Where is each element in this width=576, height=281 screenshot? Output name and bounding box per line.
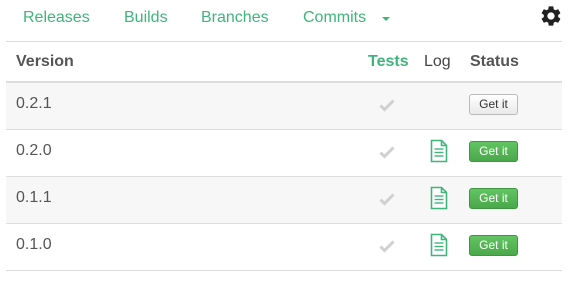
version-cell: 0.2.0 (16, 142, 52, 159)
get-it-button[interactable]: Get it (469, 141, 518, 162)
gear-icon[interactable] (539, 4, 563, 28)
header-tests[interactable]: Tests (368, 53, 409, 71)
table-row: 0.1.1 Get it (6, 177, 562, 224)
version-cell: 0.2.1 (16, 95, 52, 112)
log-file-icon[interactable] (430, 186, 448, 210)
check-icon (379, 193, 395, 206)
get-it-button[interactable]: Get it (469, 188, 518, 209)
table-row: 0.1.0 Get it (6, 224, 562, 271)
nav-commits[interactable]: Commits (303, 9, 366, 27)
table-row: 0.2.1 Get it (6, 83, 562, 130)
version-cell: 0.1.1 (16, 189, 52, 206)
get-it-button[interactable]: Get it (469, 94, 518, 115)
table-header: Version Tests Log Status (6, 42, 562, 83)
caret-down-icon[interactable] (381, 12, 391, 24)
version-cell: 0.1.0 (16, 236, 52, 253)
header-log: Log (424, 53, 451, 70)
top-navigation: Releases Builds Branches Commits (0, 0, 576, 40)
get-it-button[interactable]: Get it (469, 235, 518, 256)
header-status: Status (470, 53, 519, 70)
log-file-icon[interactable] (430, 139, 448, 163)
table-row: 0.2.0 Get it (6, 130, 562, 177)
log-file-icon[interactable] (430, 233, 448, 257)
versions-table: Version Tests Log Status 0.2.1 Get it 0.… (6, 41, 562, 271)
check-icon (379, 240, 395, 253)
nav-branches[interactable]: Branches (201, 9, 269, 27)
nav-releases[interactable]: Releases (23, 9, 90, 27)
header-version: Version (16, 53, 74, 70)
nav-builds[interactable]: Builds (124, 9, 168, 27)
check-icon (379, 146, 395, 159)
check-icon (379, 99, 395, 112)
